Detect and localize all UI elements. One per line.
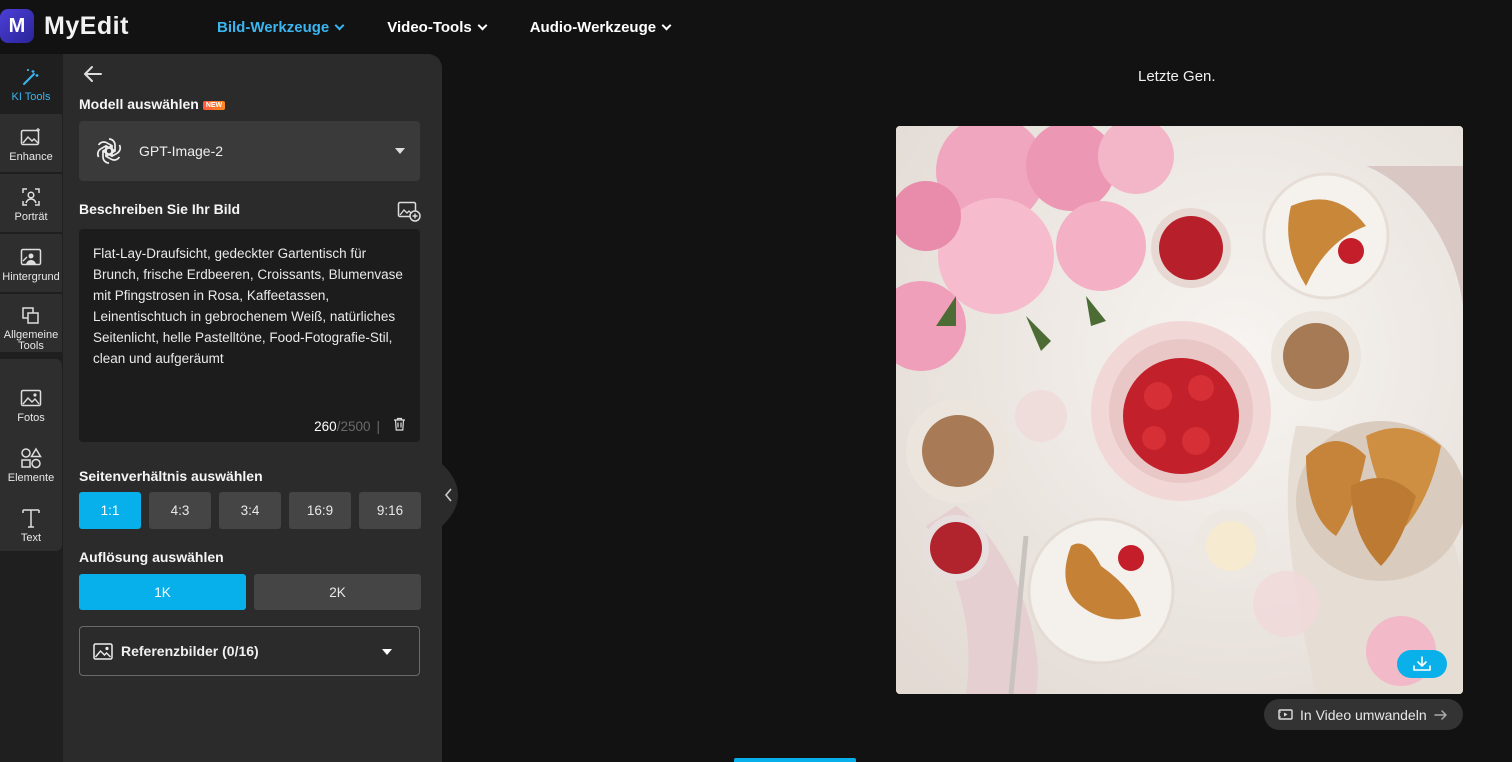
rail-asset-group: Fotos Elemente Text xyxy=(0,359,62,551)
brunch-flatlay-image xyxy=(896,126,1463,694)
generated-image[interactable] xyxy=(896,126,1463,694)
nav-video-tools[interactable]: Video-Tools xyxy=(387,18,488,36)
ratio-9-16-button[interactable]: 9:16 xyxy=(359,492,421,529)
nav-label: Audio-Werkzeuge xyxy=(529,18,657,36)
top-bar: M MyEdit Bild-Werkzeuge Video-Tools Audi… xyxy=(0,0,1512,54)
nav-label: Bild-Werkzeuge xyxy=(217,18,330,36)
photo-icon xyxy=(20,387,42,409)
chevron-down-icon xyxy=(661,20,672,30)
bottom-action-bar-edge[interactable] xyxy=(734,758,856,762)
nav-bild-werkzeuge[interactable]: Bild-Werkzeuge xyxy=(217,18,345,36)
ratio-4-3-button[interactable]: 4:3 xyxy=(149,492,211,529)
coffee-cup-right xyxy=(1271,311,1361,401)
jam-jar xyxy=(923,515,989,581)
ratio-1-1-button[interactable]: 1:1 xyxy=(79,492,141,529)
generator-panel: Modell auswählen NEW GPT-Image-2 Beschrei… xyxy=(63,54,442,762)
resolution-1k-button[interactable]: 1K xyxy=(79,574,246,610)
dropdown-caret-icon xyxy=(395,148,405,154)
portrait-icon xyxy=(20,186,42,208)
app-logo[interactable]: M MyEdit xyxy=(0,9,129,43)
video-icon xyxy=(1278,709,1293,720)
model-label-text: Modell auswählen xyxy=(79,96,199,112)
resolution-selector: 1K 2K xyxy=(79,574,421,610)
rail-item-hintergrund[interactable]: Hintergrund xyxy=(0,234,62,292)
prompt-textarea[interactable]: Flat-Lay-Draufsicht, gedeckter Gartentis… xyxy=(79,229,420,442)
resolution-label: Auflösung auswählen xyxy=(79,549,224,565)
char-count: 260 xyxy=(314,419,337,434)
trash-icon[interactable] xyxy=(393,417,406,431)
rail-label: Text xyxy=(20,532,42,544)
logo-icon: M xyxy=(0,9,34,43)
new-badge: NEW xyxy=(202,101,226,110)
download-icon xyxy=(1413,656,1431,671)
ratio-3-4-button[interactable]: 3:4 xyxy=(219,492,281,529)
rail-label: Porträt xyxy=(14,211,48,223)
openai-logo-icon xyxy=(96,138,122,164)
croissant-plate-top xyxy=(1262,172,1390,300)
rail-item-text[interactable]: Text xyxy=(0,495,62,553)
image-enhance-icon xyxy=(20,126,42,148)
app-name: MyEdit xyxy=(44,11,129,40)
text-icon xyxy=(20,507,42,529)
layers-icon xyxy=(20,306,42,326)
char-counter: 260/2500 | xyxy=(314,419,380,434)
rail-item-ki-tools[interactable]: KI Tools xyxy=(0,54,62,112)
resolution-2k-button[interactable]: 2K xyxy=(254,574,421,610)
croissant-basket xyxy=(1296,421,1463,581)
convert-to-video-button[interactable]: In Video umwandeln xyxy=(1264,699,1463,730)
rail-label: Allgemeine Tools xyxy=(3,329,59,352)
char-max: /2500 xyxy=(336,419,371,434)
shapes-icon xyxy=(20,447,42,469)
butter-bowl xyxy=(1194,509,1268,583)
last-generation-label: Letzte Gen. xyxy=(1138,68,1216,85)
download-button[interactable] xyxy=(1397,650,1447,678)
back-arrow-icon[interactable] xyxy=(81,64,105,84)
add-image-icon[interactable] xyxy=(397,200,421,222)
rail-item-portrait[interactable]: Porträt xyxy=(0,174,62,232)
rail-item-elemente[interactable]: Elemente xyxy=(0,435,62,493)
rail-item-fotos[interactable]: Fotos xyxy=(0,375,62,433)
describe-label: Beschreiben Sie Ihr Bild xyxy=(79,201,241,217)
ratio-16-9-button[interactable]: 16:9 xyxy=(289,492,351,529)
rail-label: Hintergrund xyxy=(2,271,60,283)
model-label: Modell auswählen NEW xyxy=(79,96,226,112)
rail-label: Fotos xyxy=(17,412,45,424)
rail-item-allgemeine-tools[interactable]: Allgemeine Tools xyxy=(0,294,62,352)
model-value: GPT-Image-2 xyxy=(139,143,224,159)
reference-label: Referenzbilder (0/16) xyxy=(121,643,259,659)
ratio-selector: 1:1 4:3 3:4 16:9 9:16 xyxy=(79,492,421,529)
char-separator: | xyxy=(376,419,380,434)
nav-label: Video-Tools xyxy=(387,18,472,36)
rail-label: Enhance xyxy=(9,151,53,163)
prompt-text[interactable]: Flat-Lay-Draufsicht, gedeckter Gartentis… xyxy=(93,243,409,369)
nav-audio-werkzeuge[interactable]: Audio-Werkzeuge xyxy=(529,18,672,36)
strawberry-bowl xyxy=(1151,208,1231,288)
ratio-label: Seitenverhältnis auswählen xyxy=(79,468,263,484)
rail-label: Elemente xyxy=(7,472,55,484)
dropdown-caret-icon xyxy=(382,649,392,655)
coffee-cup-left xyxy=(906,399,1010,503)
main-nav: Bild-Werkzeuge Video-Tools Audio-Werkzeu… xyxy=(217,0,672,54)
center-strawberry-plate xyxy=(1091,321,1271,501)
convert-to-video-label: In Video umwandeln xyxy=(1300,706,1427,723)
collapse-panel-tab[interactable] xyxy=(440,462,458,528)
gallery-icon xyxy=(93,642,113,660)
rail-item-enhance[interactable]: Enhance xyxy=(0,114,62,172)
chevron-down-icon xyxy=(477,20,488,30)
reference-images-dropdown[interactable]: Referenzbilder (0/16) xyxy=(79,626,420,676)
model-dropdown[interactable]: GPT-Image-2 xyxy=(79,121,420,181)
croissant-plate-bottom xyxy=(1027,517,1175,665)
arrow-right-icon xyxy=(1433,709,1447,720)
tool-rail: KI Tools Enhance Porträt Hintergrund All… xyxy=(0,54,63,762)
background-icon xyxy=(20,246,42,268)
magic-wand-icon xyxy=(20,66,42,88)
rail-label: KI Tools xyxy=(11,91,51,103)
chevron-down-icon xyxy=(334,20,345,30)
